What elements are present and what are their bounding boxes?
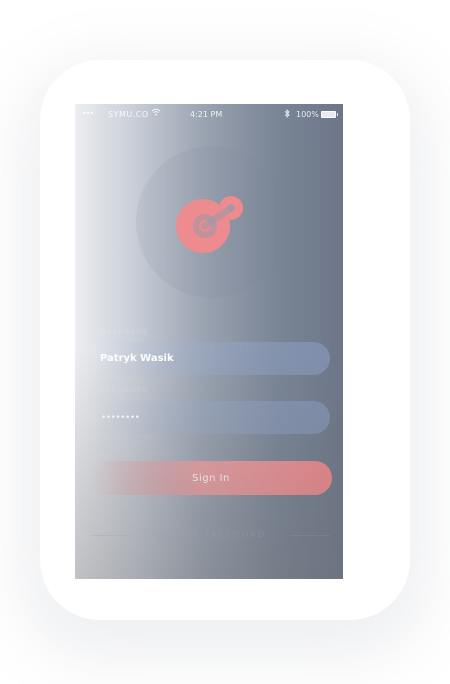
carrier-name: SYMU.CO <box>108 110 149 119</box>
bluetooth-icon <box>284 108 290 121</box>
forgot-password-link[interactable]: FORGOT PASSWORD <box>130 530 290 539</box>
password-input[interactable]: •••••••• <box>101 413 140 423</box>
clock: 4:21 PM <box>190 110 223 119</box>
password-field[interactable]: •••••••• <box>90 401 330 434</box>
divider-left <box>90 535 130 536</box>
forgot-password-row: FORGOT PASSWORD <box>75 528 343 542</box>
status-bar: ••• SYMU.CO 4:21 PM 100% <box>75 104 343 124</box>
battery-icon <box>321 111 338 118</box>
battery-percentage: 100% <box>296 110 319 119</box>
username-field[interactable] <box>90 342 330 375</box>
username-input[interactable] <box>100 342 320 375</box>
stage: ••• SYMU.CO 4:21 PM 100% USERNAME Patryk… <box>0 0 450 684</box>
signal-strength: ••• <box>82 109 94 118</box>
username-label: USERNAME <box>101 328 149 336</box>
sign-in-button[interactable]: Sign In <box>90 461 332 495</box>
phone-screen: ••• SYMU.CO 4:21 PM 100% USERNAME Patryk… <box>75 104 343 579</box>
wifi-icon <box>151 108 161 119</box>
password-label: PASSWORD <box>101 386 150 394</box>
app-logo-icon <box>174 195 254 255</box>
divider-right <box>290 535 330 536</box>
